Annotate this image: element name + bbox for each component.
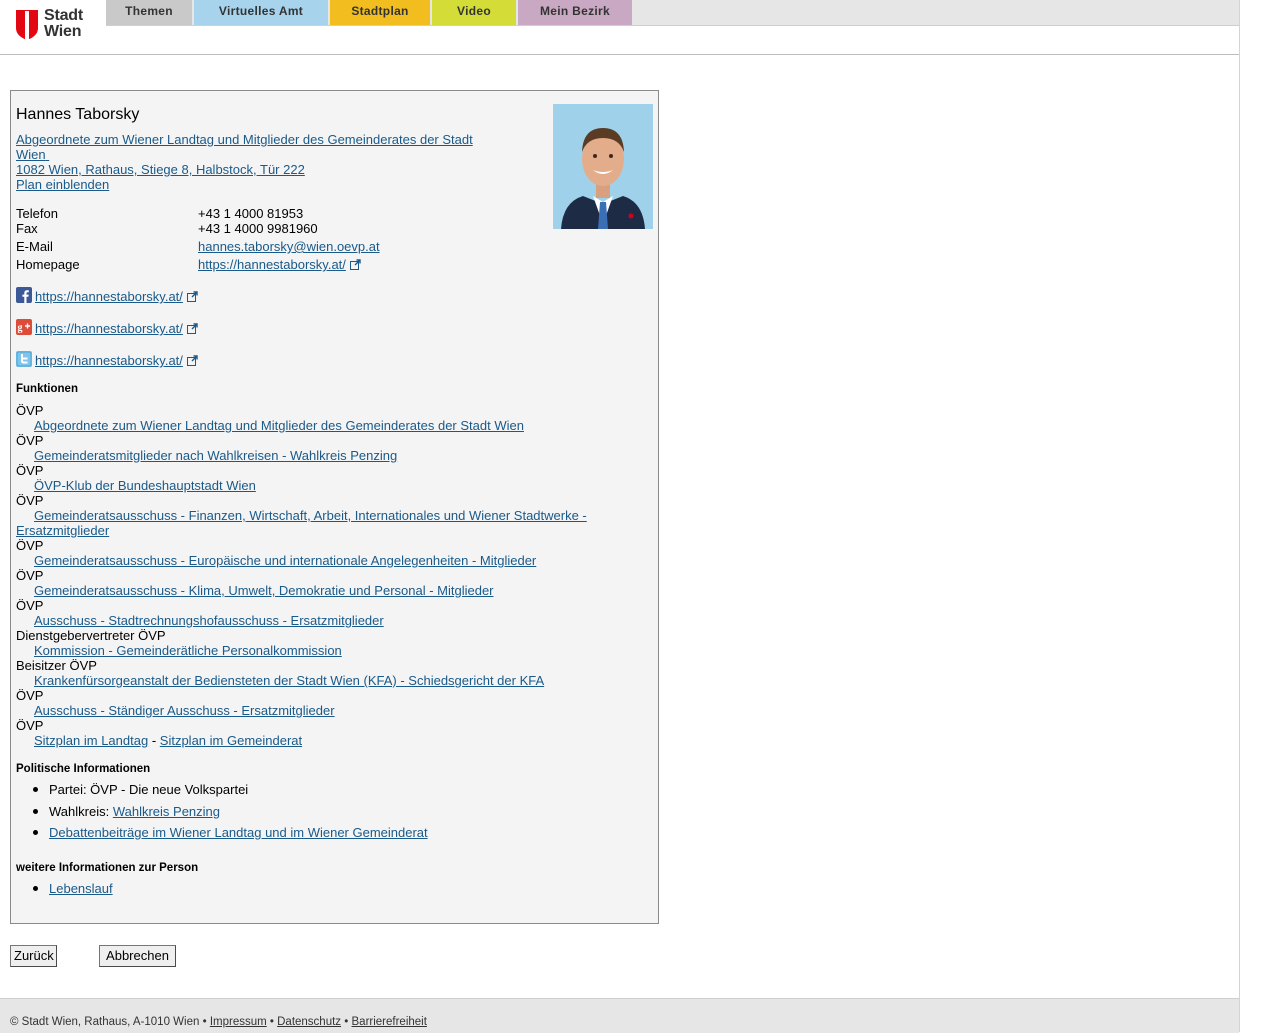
nav-tab-mein-bezirk[interactable]: Mein Bezirk (518, 0, 632, 25)
phone-label: Telefon (16, 206, 58, 221)
back-button[interactable]: Zurück (10, 945, 57, 967)
footer-separator: • (344, 1016, 349, 1028)
facebook-link[interactable]: https://hannestaborsky.at/ (35, 289, 198, 304)
function-link[interactable]: Ausschuss - Stadtrechnungshofausschuss -… (34, 613, 384, 628)
district-label: Wahlkreis: (49, 804, 110, 819)
homepage-label: Homepage (16, 257, 80, 272)
functions-heading: Funktionen (16, 383, 78, 395)
list-item: Partei: ÖVP - Die neue Volkspartei (33, 782, 248, 797)
external-link-icon (186, 355, 198, 366)
address-link[interactable]: 1082 Wien, Rathaus, Stiege 8, Halbstock,… (16, 162, 305, 177)
cv-link[interactable]: Lebenslauf (49, 881, 113, 896)
function-link[interactable]: Ausschuss - Ständiger Ausschuss - Ersatz… (34, 703, 335, 718)
list-item: Wahlkreis: Wahlkreis Penzing (33, 804, 220, 819)
function-party: ÖVP (16, 463, 44, 478)
function-party: ÖVP (16, 568, 44, 583)
portrait-photo (553, 104, 653, 229)
function-party: ÖVP (16, 598, 44, 613)
datenschutz-link[interactable]: Datenschutz (277, 1016, 341, 1028)
main-navigation: Themen Virtuelles Amt Stadtplan Video Me… (106, 0, 1239, 26)
function-party: ÖVP (16, 688, 44, 703)
fax-value: +43 1 4000 9981960 (198, 221, 318, 236)
svg-text:g: g (18, 323, 23, 334)
debates-link[interactable]: Debattenbeiträge im Wiener Landtag und i… (49, 825, 428, 840)
twitter-icon (16, 351, 32, 367)
seating-plan-gemeinderat-link[interactable]: Sitzplan im Gemeinderat (160, 733, 302, 748)
nav-tab-virtuelles-amt[interactable]: Virtuelles Amt (194, 0, 328, 25)
function-party: ÖVP (16, 538, 44, 553)
role-link-line1: Abgeordnete zum Wiener Landtag und Mitgl… (16, 132, 473, 147)
nav-tab-themen[interactable]: Themen (106, 0, 192, 25)
google-plus-icon: g (16, 319, 32, 335)
seating-plan-separator: - (151, 733, 157, 748)
external-link-icon (186, 323, 198, 334)
external-link-icon (186, 291, 198, 302)
facebook-url: https://hannestaborsky.at/ (35, 289, 183, 304)
homepage-link[interactable]: https://hannestaborsky.at/ (198, 257, 346, 272)
phone-value: +43 1 4000 81953 (198, 206, 304, 221)
google-plus-url: https://hannestaborsky.at/ (35, 321, 183, 336)
function-party: Beisitzer ÖVP (16, 658, 97, 673)
district-link[interactable]: Wahlkreis Penzing (113, 804, 220, 819)
portrait-image (553, 104, 653, 229)
logo-text: Stadt Wien (44, 8, 83, 40)
logo-line2: Wien (44, 23, 82, 40)
google-plus-link[interactable]: https://hannestaborsky.at/ (35, 321, 198, 336)
more-info-heading: weitere Informationen zur Person (16, 862, 199, 874)
barrierefreiheit-link[interactable]: Barrierefreiheit (352, 1016, 427, 1028)
function-party: ÖVP (16, 433, 44, 448)
fax-label: Fax (16, 221, 38, 236)
nav-tab-stadtplan[interactable]: Stadtplan (330, 0, 430, 25)
function-link[interactable]: Gemeinderatsmitglieder nach Wahlkreisen … (34, 448, 397, 463)
external-link-icon (349, 259, 361, 270)
logo-line1: Stadt (44, 7, 84, 24)
nav-tab-video[interactable]: Video (432, 0, 516, 25)
facebook-icon (16, 287, 32, 303)
function-link[interactable]: Krankenfürsorgeanstalt der Bediensteten … (34, 673, 544, 688)
list-item: Lebenslauf (33, 881, 113, 896)
person-name: Hannes Taborsky (16, 106, 140, 123)
email-link[interactable]: hannes.taborsky@wien.oevp.at (198, 239, 380, 254)
role-link[interactable]: Abgeordnete zum Wiener Landtag und Mitgl… (16, 132, 473, 147)
map-link[interactable]: Plan einblenden (16, 177, 109, 192)
footer-copyright: © Stadt Wien, Rathaus, A-1010 Wien • (10, 1016, 207, 1028)
function-party: ÖVP (16, 493, 44, 508)
stadt-wien-logo[interactable]: Stadt Wien (16, 8, 90, 44)
seating-plan-row: Sitzplan im Landtag - Sitzplan im Gemein… (34, 733, 302, 748)
cancel-button[interactable]: Abbrechen (99, 945, 176, 967)
footer-text: © Stadt Wien, Rathaus, A-1010 Wien • Imp… (10, 1016, 427, 1028)
function-link[interactable]: Gemeinderatsausschuss - Europäische und … (34, 553, 536, 568)
email-label: E-Mail (16, 239, 53, 254)
twitter-link[interactable]: https://hannestaborsky.at/ (35, 353, 198, 368)
function-link[interactable]: Kommission - Gemeinderätliche Personalko… (34, 643, 342, 658)
function-party: ÖVP (16, 403, 44, 418)
function-link[interactable]: Gemeinderatsausschuss - Klima, Umwelt, D… (34, 583, 494, 598)
party-info: Partei: ÖVP - Die neue Volkspartei (49, 782, 249, 797)
homepage-row: https://hannestaborsky.at/ (198, 257, 361, 272)
list-item: Debattenbeiträge im Wiener Landtag und i… (33, 825, 428, 840)
site-header: Stadt Wien Themen Virtuelles Amt Stadtpl… (0, 0, 1239, 55)
footer-separator: • (269, 1016, 274, 1028)
political-info-heading: Politische Informationen (16, 763, 151, 775)
function-party: Dienstgebervertreter ÖVP (16, 628, 166, 643)
twitter-url: https://hannestaborsky.at/ (35, 353, 183, 368)
wien-shield-icon (16, 10, 38, 40)
page-gutter (1240, 0, 1280, 1032)
function-link[interactable]: Abgeordnete zum Wiener Landtag und Mitgl… (34, 418, 524, 433)
site-footer: © Stadt Wien, Rathaus, A-1010 Wien • Imp… (0, 998, 1239, 1033)
seating-plan-landtag-link[interactable]: Sitzplan im Landtag (34, 733, 148, 748)
impressum-link[interactable]: Impressum (210, 1016, 267, 1028)
profile-card: Hannes Taborsky Abgeordnete zum Wiener L… (10, 90, 659, 924)
role-link-continued[interactable]: Wien (16, 147, 49, 162)
function-link[interactable]: Gemeinderatsausschuss - Finanzen, Wirtsc… (16, 508, 616, 538)
function-party: ÖVP (16, 718, 44, 733)
role-link-line2: Wien (16, 147, 46, 162)
function-link[interactable]: ÖVP-Klub der Bundeshauptstadt Wien (34, 478, 256, 493)
page: Stadt Wien Themen Virtuelles Amt Stadtpl… (0, 0, 1240, 1033)
